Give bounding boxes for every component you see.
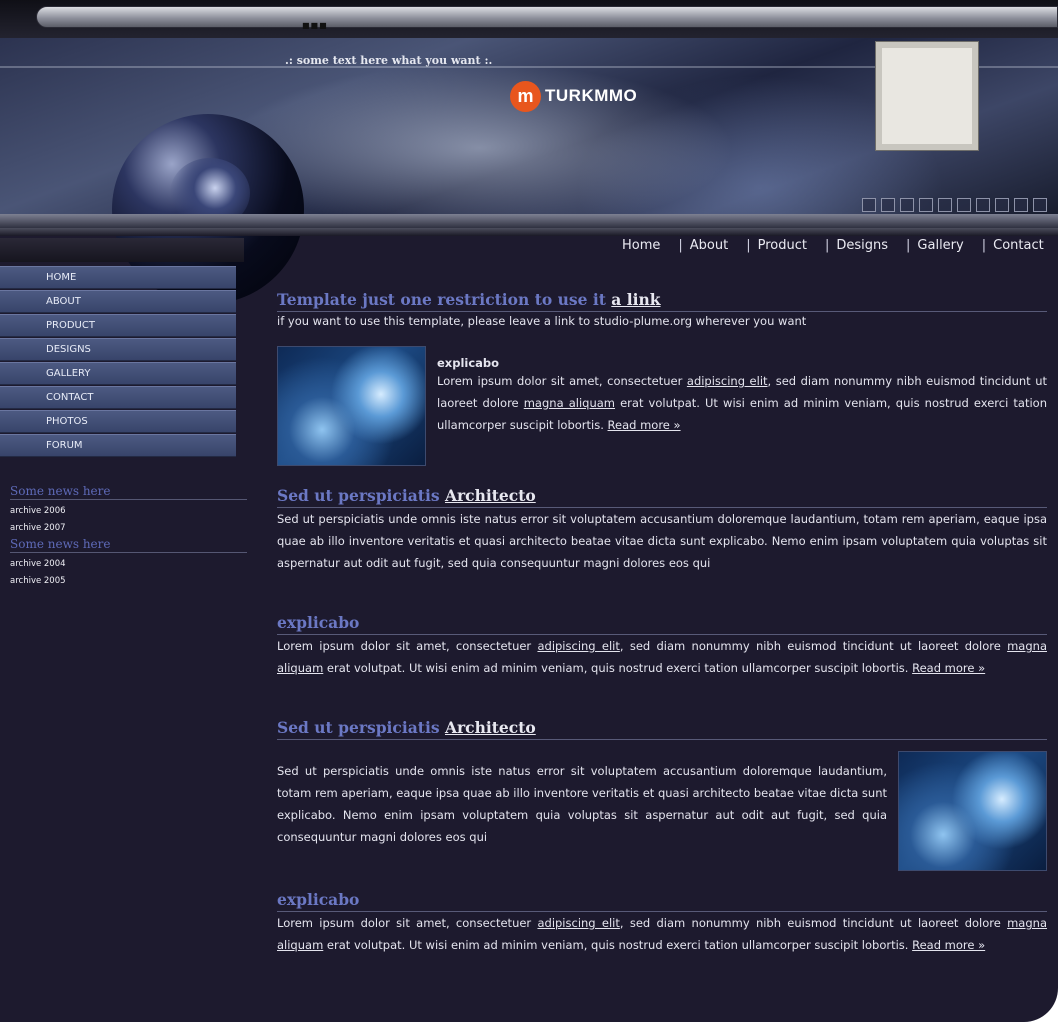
sidebar-item-designs[interactable]: DESIGNS xyxy=(0,338,236,361)
topnav-separator: | xyxy=(746,238,751,253)
section-heading: Sed ut perspiciatis Architecto xyxy=(277,718,1047,740)
article-subtitle: explicabo xyxy=(437,356,500,370)
topnav-contact[interactable]: Contact xyxy=(993,238,1044,253)
topnav-separator: | xyxy=(906,238,911,253)
topnav-about[interactable]: About xyxy=(690,238,728,253)
sidebar-nav: HOME ABOUT PRODUCT DESIGNS GALLERY CONTA… xyxy=(0,266,236,458)
logo-mark-icon: m xyxy=(510,80,541,112)
paragraph-text: Lorem ipsum dolor sit amet, consectetuer xyxy=(277,916,538,930)
heading-text: Sed ut perspiciatis xyxy=(277,718,440,737)
sidebar-item-gallery[interactable]: GALLERY xyxy=(0,362,236,385)
pager-square[interactable] xyxy=(900,198,914,212)
banner-floor-strip xyxy=(0,214,1058,228)
article-paragraph: Lorem ipsum dolor sit amet, consectetuer… xyxy=(277,912,1047,956)
logo-text: TURKMMO xyxy=(545,86,638,105)
pager-square[interactable] xyxy=(957,198,971,212)
photo-frame-graphic xyxy=(876,42,978,150)
top-bar-pill xyxy=(36,6,1058,28)
news-section: Some news here archive 2006 archive 2007… xyxy=(10,484,247,590)
news-archive-link[interactable]: archive 2004 xyxy=(10,556,247,573)
pager-square[interactable] xyxy=(995,198,1009,212)
section-explicabo-2: explicabo Lorem ipsum dolor sit amet, co… xyxy=(277,890,1047,956)
news-archive-link[interactable]: archive 2007 xyxy=(10,520,247,537)
article-body: explicabo Lorem ipsum dolor sit amet, co… xyxy=(437,356,1047,436)
heading-link[interactable]: a link xyxy=(611,290,660,309)
news-archive-link[interactable]: archive 2005 xyxy=(10,573,247,590)
article-paragraph: Lorem ipsum dolor sit amet, consectetuer… xyxy=(437,370,1047,436)
topnav-product[interactable]: Product xyxy=(758,238,807,253)
section-architecto: Sed ut perspiciatis Architecto Sed ut pe… xyxy=(277,486,1047,574)
read-more-link[interactable]: Read more » xyxy=(608,418,681,432)
article-paragraph: Lorem ipsum dolor sit amet, consectetuer… xyxy=(277,635,1047,679)
section-explicabo-image: explicabo Lorem ipsum dolor sit amet, co… xyxy=(277,346,1047,468)
heading-text: Template just one restriction to use it xyxy=(277,290,606,309)
section-heading: explicabo xyxy=(277,613,1047,635)
adipiscing-link[interactable]: adipiscing elit xyxy=(537,916,619,930)
topnav-separator: | xyxy=(981,238,987,253)
article-image xyxy=(277,346,426,466)
banner-pager xyxy=(862,198,1047,212)
sidebar-item-about[interactable]: ABOUT xyxy=(0,290,236,313)
section-architecto-image: Sed ut perspiciatis Architecto Sed ut pe… xyxy=(277,718,1047,871)
pager-square[interactable] xyxy=(1014,198,1028,212)
section-text: Sed ut perspiciatis unde omnis iste natu… xyxy=(277,764,887,844)
site-logo[interactable]: m TURKMMO xyxy=(510,80,637,112)
section-explicabo: explicabo Lorem ipsum dolor sit amet, co… xyxy=(277,613,1047,679)
sidebar-item-product[interactable]: PRODUCT xyxy=(0,314,236,337)
header-divider xyxy=(0,228,1058,236)
section-text: if you want to use this template, please… xyxy=(277,314,807,328)
pager-square[interactable] xyxy=(1033,198,1047,212)
paragraph-text: erat volutpat. Ut wisi enim ad minim ven… xyxy=(323,661,913,675)
adipiscing-link[interactable]: adipiscing elit xyxy=(687,374,768,388)
sidebar-item-forum[interactable]: FORUM xyxy=(0,434,236,457)
top-nav: Home | About | Product | Designs | Galle… xyxy=(622,238,1044,253)
pager-square[interactable] xyxy=(919,198,933,212)
paragraph-text: erat volutpat. Ut wisi enim ad minim ven… xyxy=(323,938,913,952)
topnav-separator: | xyxy=(678,238,683,253)
heading-link[interactable]: Architecto xyxy=(445,718,536,737)
topnav-separator: | xyxy=(824,238,830,253)
top-bar: ■■■ xyxy=(0,0,1058,38)
paragraph-text: Lorem ipsum dolor sit amet, consectetuer xyxy=(277,639,538,653)
read-more-link[interactable]: Read more » xyxy=(912,661,985,675)
header-banner: .: some text here what you want :. m TUR… xyxy=(0,38,1058,304)
section-intro: Template just one restriction to use it … xyxy=(277,290,1047,330)
sidebar-item-contact[interactable]: CONTACT xyxy=(0,386,236,409)
news-title: Some news here xyxy=(10,484,247,500)
paragraph-text: Lorem ipsum dolor sit amet, consectetuer xyxy=(437,374,687,388)
sidebar-item-photos[interactable]: PHOTOS xyxy=(0,410,236,433)
sidebar-item-home[interactable]: HOME xyxy=(0,266,236,289)
heading-text: Sed ut perspiciatis xyxy=(277,486,440,505)
topnav-home[interactable]: Home xyxy=(622,238,660,253)
dots-icon: ■■■ xyxy=(302,21,328,30)
pager-square[interactable] xyxy=(976,198,990,212)
article-image xyxy=(898,751,1047,871)
topnav-designs[interactable]: Designs xyxy=(836,238,888,253)
news-archive-link[interactable]: archive 2006 xyxy=(10,503,247,520)
read-more-link[interactable]: Read more » xyxy=(912,938,985,952)
heading-link[interactable]: Architecto xyxy=(445,486,536,505)
pager-square[interactable] xyxy=(862,198,876,212)
sidebar-header xyxy=(0,238,244,262)
section-heading: Template just one restriction to use it … xyxy=(277,290,1047,312)
page-frame: ■■■ .: some text here what you want :. m… xyxy=(0,0,1058,1022)
magna-link[interactable]: magna aliquam xyxy=(524,396,615,410)
section-heading: Sed ut perspiciatis Architecto xyxy=(277,486,1047,508)
pager-square[interactable] xyxy=(938,198,952,212)
news-title: Some news here xyxy=(10,537,247,553)
paragraph-text: , sed diam nonummy nibh euismod tincidun… xyxy=(619,639,1008,653)
topnav-gallery[interactable]: Gallery xyxy=(917,238,963,253)
adipiscing-link[interactable]: adipiscing elit xyxy=(537,639,619,653)
section-text: Sed ut perspiciatis unde omnis iste natu… xyxy=(277,512,1047,570)
pager-square[interactable] xyxy=(881,198,895,212)
section-heading: explicabo xyxy=(277,890,1047,912)
banner-tagline: .: some text here what you want :. xyxy=(285,54,493,67)
paragraph-text: , sed diam nonummy nibh euismod tincidun… xyxy=(619,916,1008,930)
